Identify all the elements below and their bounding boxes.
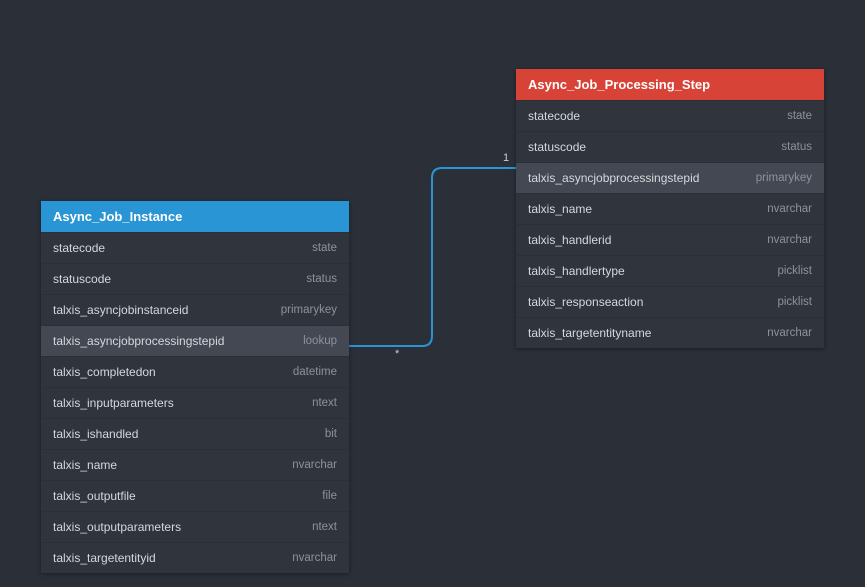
attribute-name: talxis_completedon xyxy=(53,365,156,379)
attribute-type: picklist xyxy=(777,296,812,308)
entity-async-job-instance[interactable]: Async_Job_Instance statecode state statu… xyxy=(41,201,349,573)
attribute-name: statecode xyxy=(528,109,580,123)
attribute-row[interactable]: talxis_targetentityid nvarchar xyxy=(41,542,349,573)
attribute-type: nvarchar xyxy=(292,459,337,471)
attribute-type: lookup xyxy=(303,335,337,347)
attribute-name: talxis_asyncjobprocessingstepid xyxy=(528,171,699,185)
attribute-type: picklist xyxy=(777,265,812,277)
entity-body: statecode state statuscode status talxis… xyxy=(516,100,824,348)
attribute-row[interactable]: talxis_asyncjobinstanceid primarykey xyxy=(41,294,349,325)
attribute-row[interactable]: talxis_responseaction picklist xyxy=(516,286,824,317)
attribute-row[interactable]: talxis_targetentityname nvarchar xyxy=(516,317,824,348)
attribute-type: nvarchar xyxy=(767,327,812,339)
attribute-type: ntext xyxy=(312,521,337,533)
attribute-type: ntext xyxy=(312,397,337,409)
attribute-type: nvarchar xyxy=(292,552,337,564)
cardinality-many: * xyxy=(395,348,399,360)
attribute-name: talxis_handlertype xyxy=(528,264,625,278)
attribute-type: status xyxy=(781,141,812,153)
attribute-row[interactable]: talxis_handlertype picklist xyxy=(516,255,824,286)
attribute-name: statecode xyxy=(53,241,105,255)
attribute-type: nvarchar xyxy=(767,203,812,215)
attribute-row[interactable]: talxis_asyncjobprocessingstepid lookup xyxy=(41,325,349,356)
attribute-name: talxis_name xyxy=(53,458,117,472)
attribute-name: talxis_asyncjobprocessingstepid xyxy=(53,334,224,348)
attribute-type: bit xyxy=(325,428,337,440)
attribute-row[interactable]: talxis_outputparameters ntext xyxy=(41,511,349,542)
attribute-name: statuscode xyxy=(528,140,586,154)
attribute-row[interactable]: talxis_inputparameters ntext xyxy=(41,387,349,418)
entity-header[interactable]: Async_Job_Processing_Step xyxy=(516,69,824,100)
attribute-name: talxis_handlerid xyxy=(528,233,611,247)
attribute-row[interactable]: talxis_name nvarchar xyxy=(516,193,824,224)
entity-title: Async_Job_Processing_Step xyxy=(528,77,710,92)
attribute-name: talxis_targetentityid xyxy=(53,551,156,565)
attribute-type: datetime xyxy=(293,366,337,378)
entity-body: statecode state statuscode status talxis… xyxy=(41,232,349,573)
attribute-name: talxis_outputfile xyxy=(53,489,136,503)
attribute-type: primarykey xyxy=(756,172,812,184)
attribute-name: talxis_responseaction xyxy=(528,295,643,309)
attribute-row[interactable]: talxis_name nvarchar xyxy=(41,449,349,480)
attribute-name: talxis_name xyxy=(528,202,592,216)
cardinality-one: 1 xyxy=(503,152,509,164)
entity-title: Async_Job_Instance xyxy=(53,209,182,224)
attribute-type: nvarchar xyxy=(767,234,812,246)
attribute-type: file xyxy=(322,490,337,502)
attribute-type: state xyxy=(787,110,812,122)
attribute-row[interactable]: talxis_ishandled bit xyxy=(41,418,349,449)
attribute-row[interactable]: talxis_asyncjobprocessingstepid primaryk… xyxy=(516,162,824,193)
attribute-row[interactable]: talxis_handlerid nvarchar xyxy=(516,224,824,255)
attribute-type: state xyxy=(312,242,337,254)
attribute-name: talxis_inputparameters xyxy=(53,396,174,410)
attribute-row[interactable]: talxis_outputfile file xyxy=(41,480,349,511)
attribute-row[interactable]: statecode state xyxy=(516,100,824,131)
attribute-name: talxis_targetentityname xyxy=(528,326,651,340)
attribute-name: talxis_asyncjobinstanceid xyxy=(53,303,188,317)
attribute-row[interactable]: statecode state xyxy=(41,232,349,263)
entity-async-job-processing-step[interactable]: Async_Job_Processing_Step statecode stat… xyxy=(516,69,824,348)
attribute-name: talxis_outputparameters xyxy=(53,520,181,534)
attribute-name: talxis_ishandled xyxy=(53,427,138,441)
attribute-row[interactable]: talxis_completedon datetime xyxy=(41,356,349,387)
entity-header[interactable]: Async_Job_Instance xyxy=(41,201,349,232)
attribute-row[interactable]: statuscode status xyxy=(516,131,824,162)
attribute-row[interactable]: statuscode status xyxy=(41,263,349,294)
attribute-name: statuscode xyxy=(53,272,111,286)
attribute-type: primarykey xyxy=(281,304,337,316)
attribute-type: status xyxy=(306,273,337,285)
